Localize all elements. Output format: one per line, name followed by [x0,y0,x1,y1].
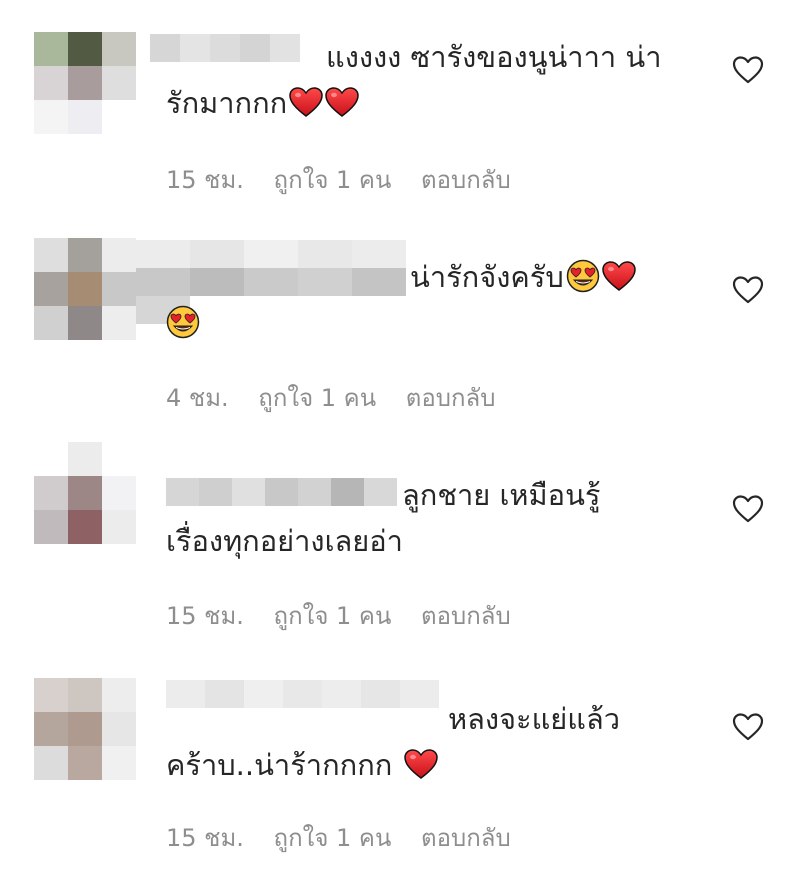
avatar-pixel [34,32,68,66]
comment-text: หลงจะแย่แล้ว คร้าบ..น่าร้ากกกก [166,696,620,788]
comment-time: 15 ชม. [166,602,244,630]
avatar-pixel [34,100,68,134]
avatar-pixel [102,476,136,510]
comment-text-line2: รักมากกก [166,86,288,120]
avatar-pixel [34,678,68,712]
reply-button[interactable]: ตอบกลับ [406,384,496,412]
comment-meta: 15 ชม. ถูกใจ 1 คน ตอบกลับ [166,818,533,857]
avatar[interactable] [34,442,136,544]
heart-eyes-emoji [166,305,200,339]
avatar-pixel [34,510,68,544]
likes-count-link[interactable]: ถูกใจ 1 คน [274,824,392,852]
avatar-pixel [68,100,102,134]
avatar-pixel [68,66,102,100]
avatar-pixel [68,272,102,306]
avatar-pixel [102,32,136,66]
avatar-pixel [34,442,68,476]
avatar-pixel [34,476,68,510]
comment-text-line1: ลูกชาย เหมือนรู้ [402,478,601,512]
avatar-pixel [68,712,102,746]
reply-button[interactable]: ตอบกลับ [421,602,511,630]
reply-button[interactable]: ตอบกลับ [421,824,511,852]
avatar-pixel [102,100,136,134]
avatar[interactable] [34,238,136,340]
reply-button[interactable]: ตอบกลับ [421,166,511,194]
comment-text: ลูกชาย เหมือนรู้ เรื่องทุกอย่างเลยอ่า [166,472,600,564]
like-heart-icon[interactable] [732,712,764,742]
comment-meta: 15 ชม. ถูกใจ 1 คน ตอบกลับ [166,160,533,199]
comment-text: แงงงง ซารังของนูน่าาา น่า รักมากกก [166,34,661,126]
heart-emoji [289,87,323,117]
likes-count-link[interactable]: ถูกใจ 1 คน [274,166,392,194]
avatar-pixel [102,510,136,544]
comment-text-line1: น่ารักจังครับ [410,260,564,294]
like-heart-icon[interactable] [732,494,764,524]
comment-meta: 4 ชม. ถูกใจ 1 คน ตอบกลับ [166,378,517,417]
avatar-pixel [102,306,136,340]
comment-text-line1: แงงงง ซารังของนูน่าาา น่า [326,40,662,74]
comment-meta: 15 ชม. ถูกใจ 1 คน ตอบกลับ [166,596,533,635]
avatar-pixel [34,238,68,272]
avatar-pixel [68,32,102,66]
avatar[interactable] [34,678,136,780]
avatar-pixel [68,442,102,476]
comment-time: 15 ชม. [166,824,244,852]
avatar-pixel [68,306,102,340]
comment-time: 15 ชม. [166,166,244,194]
avatar-pixel [102,712,136,746]
comment-time: 4 ชม. [166,384,229,412]
avatar-pixel [68,678,102,712]
like-heart-icon[interactable] [732,55,764,85]
avatar-pixel [34,272,68,306]
comment-text-line2: คร้าบ..น่าร้ากกกก [166,748,393,782]
avatar-pixel [34,66,68,100]
avatar-pixel [102,678,136,712]
heart-eyes-emoji [566,259,600,293]
avatar-pixel [102,238,136,272]
heart-emoji [325,87,359,117]
avatar-pixel [68,476,102,510]
avatar-pixel [102,746,136,780]
heart-emoji [404,749,438,779]
comment-text: น่ารักจังครับ [166,254,636,346]
heart-emoji [602,261,636,291]
avatar-pixel [102,66,136,100]
avatar-pixel [68,746,102,780]
likes-count-link[interactable]: ถูกใจ 1 คน [258,384,376,412]
avatar-pixel [34,712,68,746]
likes-count-link[interactable]: ถูกใจ 1 คน [274,602,392,630]
like-heart-icon[interactable] [732,275,764,305]
avatar-pixel [34,306,68,340]
avatar-pixel [68,238,102,272]
avatar-pixel [102,272,136,306]
comment-text-line1: หลงจะแย่แล้ว [448,702,621,736]
comment-text-line2: เรื่องทุกอย่างเลยอ่า [166,524,403,558]
avatar-pixel [102,442,136,476]
avatar-pixel [34,746,68,780]
avatar-pixel [68,510,102,544]
avatar[interactable] [34,32,136,134]
